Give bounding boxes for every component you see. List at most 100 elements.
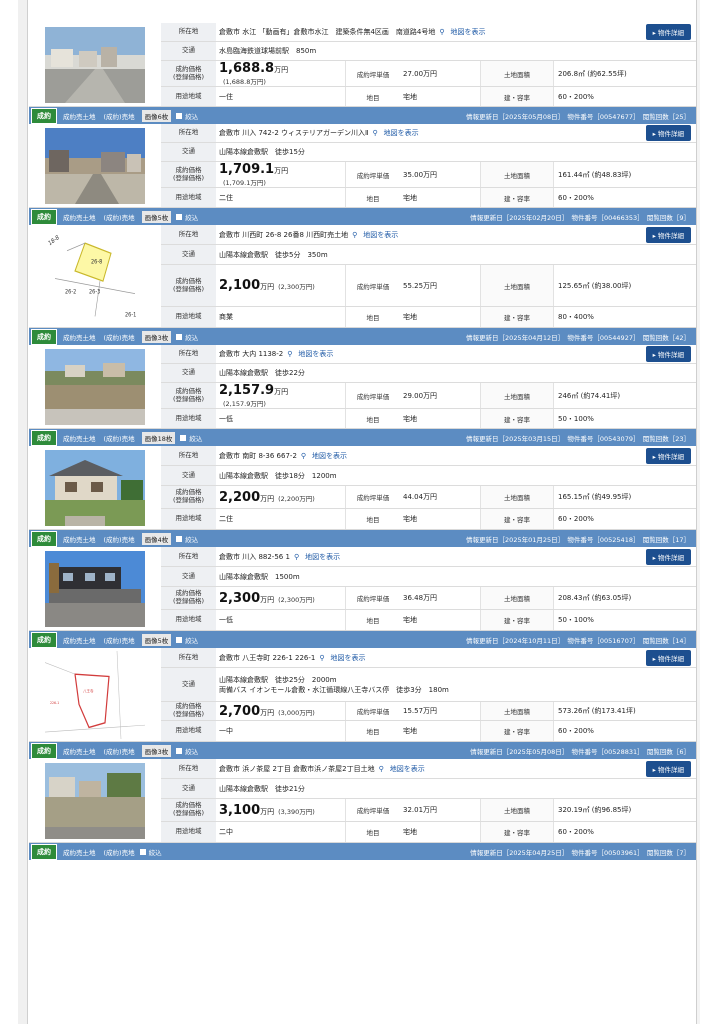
map-link[interactable]: 地図を表示 bbox=[331, 653, 366, 663]
detail-button[interactable]: ▸ 物件詳細 bbox=[645, 649, 691, 666]
narrow-checkbox[interactable] bbox=[176, 747, 183, 754]
detail-button[interactable]: ▸ 物件詳細 bbox=[645, 226, 691, 243]
land-area-label: 土地面積 bbox=[480, 799, 554, 821]
price-value: 3,100万円 (3,390万円) bbox=[216, 799, 345, 821]
traffic-label: 交通 bbox=[161, 779, 216, 798]
land-area-label: 土地面積 bbox=[480, 265, 554, 306]
listing-meta: 情報更新日［2025年04月25日］ 物件番号［00503961］ 閲覧回数［7… bbox=[470, 848, 690, 857]
narrow-label: 絞込 bbox=[185, 333, 199, 342]
price-line: 1,688.8万円 bbox=[219, 61, 288, 76]
map-link[interactable]: 地図を表示 bbox=[451, 27, 486, 37]
address-value: 倉敷市 水江 「動画有」倉敷市水江 建築条件無4区画 南道路4号地 ⚲ 地図を表示 ▸… bbox=[216, 23, 696, 41]
narrow-checkbox[interactable] bbox=[176, 333, 183, 340]
zoning-row: 用途地域 一住 地目 宅地 建・容率 60・200% bbox=[161, 87, 696, 106]
narrow-label: 絞込 bbox=[148, 848, 162, 857]
ratio-value: 60・200% bbox=[558, 727, 594, 735]
chimoku-value: 宅地 bbox=[403, 193, 417, 202]
category-label: 成約売土地 bbox=[63, 535, 96, 544]
property-photo[interactable]: 26-8 26-2 26-3 26-1 18-8 bbox=[29, 225, 161, 327]
image-count-button[interactable]: 画像4枚 bbox=[141, 532, 172, 545]
property-photo[interactable] bbox=[29, 547, 161, 630]
ratio-value: 60・200% bbox=[558, 515, 594, 523]
property-photo[interactable] bbox=[29, 446, 161, 529]
status-bar: 成約 成約売土地 (成約)売地 絞込 情報更新日［2025年04月25日］ 物件番号［0… bbox=[29, 843, 696, 860]
price-label: 成約価格 (登録価格) bbox=[161, 61, 216, 87]
tsubo-price-label: 成約坪単価 bbox=[345, 265, 400, 306]
detail-button[interactable]: ▸ 物件詳細 bbox=[645, 346, 691, 362]
chimoku-value: 宅地 bbox=[403, 727, 417, 735]
property-photo-image bbox=[45, 26, 145, 103]
image-count-button[interactable]: 画像5枚 bbox=[141, 210, 172, 223]
chimoku-value: 宅地 bbox=[403, 828, 417, 836]
listing-card: 八王寺 226-1 所在地 倉敷市 八王寺町 226-1 226-1 ⚲ 地図を表示 ▸ 物… bbox=[29, 648, 696, 742]
detail-button[interactable]: ▸ 物件詳細 bbox=[645, 760, 691, 777]
property-photo[interactable] bbox=[29, 345, 161, 428]
address-text: 倉敷市 川入 742-2 ウィステリアガーデン川入Ⅱ bbox=[219, 129, 369, 137]
price-value: 2,300万円 (2,300万円) bbox=[216, 587, 345, 609]
map-link[interactable]: 地図を表示 bbox=[384, 128, 419, 138]
property-photo[interactable]: 八王寺 226-1 bbox=[29, 648, 161, 741]
category-label: 成約売土地 bbox=[63, 747, 96, 756]
registered-price: (2,300万円) bbox=[278, 595, 315, 604]
zoning-label: 用途地域 bbox=[161, 822, 216, 842]
detail-button[interactable]: ▸ 物件詳細 bbox=[645, 125, 691, 141]
address-label: 所在地 bbox=[161, 547, 216, 566]
zoning-label: 用途地域 bbox=[161, 409, 216, 428]
map-link[interactable]: 地図を表示 bbox=[363, 230, 398, 240]
ratio-label: 建・容率 bbox=[480, 822, 554, 842]
zoning-row: 用途地域 一中 地目 宅地 建・容率 60・200% bbox=[161, 721, 696, 741]
narrow-checkbox[interactable] bbox=[176, 636, 183, 643]
narrow-checkbox[interactable] bbox=[176, 112, 183, 119]
narrow-checkbox[interactable] bbox=[180, 434, 187, 441]
price-row: 成約価格 (登録価格) 3,100万円 (3,390万円) 成約坪単価 32.01万円 土… bbox=[161, 799, 696, 822]
image-count-button[interactable]: 画像3枚 bbox=[141, 744, 172, 757]
image-count-button[interactable]: 画像18枚 bbox=[141, 431, 176, 444]
map-link[interactable]: 地図を表示 bbox=[312, 451, 347, 461]
price-value: 1,709.1万円 (1,709.1万円) bbox=[216, 162, 345, 187]
land-area-label: 土地面積 bbox=[480, 702, 554, 720]
detail-button[interactable]: ▸ 物件詳細 bbox=[645, 548, 691, 565]
price-unit: 万円 bbox=[260, 708, 275, 717]
price-label: 成約価格 (登録価格) bbox=[161, 799, 216, 821]
address-value: 倉敷市 川入 742-2 ウィステリアガーデン川入Ⅱ ⚲ 地図を表示 ▸ 物件詳細 bbox=[216, 124, 696, 142]
zoning-row: 用途地域 二中 地目 宅地 建・容率 60・200% bbox=[161, 822, 696, 842]
tsubo-price-value: 27.00万円 bbox=[403, 69, 438, 78]
ratio-value: 60・200% bbox=[558, 92, 594, 101]
property-photo-image bbox=[45, 449, 145, 526]
property-photo[interactable] bbox=[29, 759, 161, 842]
narrow-checkbox[interactable] bbox=[176, 213, 183, 220]
narrow-label: 絞込 bbox=[189, 434, 203, 443]
zoning-label: 用途地域 bbox=[161, 87, 216, 106]
chimoku-value: 宅地 bbox=[403, 515, 417, 523]
detail-button[interactable]: ▸ 物件詳細 bbox=[645, 24, 691, 40]
image-count-button[interactable]: 画像5枚 bbox=[141, 633, 172, 646]
map-pin-icon: ⚲ bbox=[378, 764, 384, 773]
contract-price: 2,157.9 bbox=[219, 383, 275, 399]
land-area-value: 320.19㎡ (約96.85坪) bbox=[558, 806, 632, 814]
image-count-button[interactable]: 画像3枚 bbox=[141, 330, 172, 343]
map-link[interactable]: 地図を表示 bbox=[298, 349, 333, 359]
narrow-checkbox[interactable] bbox=[139, 848, 146, 855]
land-area-label: 土地面積 bbox=[480, 486, 554, 508]
detail-button[interactable]: ▸ 物件詳細 bbox=[645, 447, 691, 464]
address-value: 倉敷市 浜ノ茶屋 2丁目 倉敷市浜ノ茶屋2丁目土地 ⚲ 地図を表示 ▸ 物件詳細 bbox=[216, 759, 696, 778]
image-count-button[interactable]: 画像6枚 bbox=[141, 109, 172, 122]
tsubo-price-value: 35.00万円 bbox=[403, 170, 438, 179]
tsubo-price-value: 29.00万円 bbox=[403, 391, 438, 400]
chimoku-label: 地目 bbox=[345, 87, 400, 106]
property-photo[interactable] bbox=[29, 23, 161, 106]
price-line: 2,100万円 (2,300万円) bbox=[219, 278, 315, 293]
listing-table: 所在地 倉敷市 八王寺町 226-1 226-1 ⚲ 地図を表示 ▸ 物件詳細 交通 山陽本… bbox=[161, 648, 696, 741]
price-value: 2,157.9万円 (2,157.9万円) bbox=[216, 383, 345, 408]
traffic-row: 交通 山陽本線倉敷駅 1500m bbox=[161, 567, 696, 587]
map-link[interactable]: 地図を表示 bbox=[305, 552, 340, 562]
address-text: 倉敷市 八王寺町 226-1 226-1 bbox=[219, 653, 316, 662]
listing-table: 所在地 倉敷市 川西町 26-8 26番8 川西町売土地 ⚲ 地図を表示 ▸ 物件詳細交… bbox=[161, 225, 696, 327]
chimoku-label: 地目 bbox=[345, 409, 400, 428]
address-label: 所在地 bbox=[161, 124, 216, 143]
property-photo[interactable] bbox=[29, 124, 161, 207]
tsubo-price-label: 成約坪単価 bbox=[345, 799, 400, 821]
map-link[interactable]: 地図を表示 bbox=[390, 764, 425, 774]
address-value: 倉敷市 八王寺町 226-1 226-1 ⚲ 地図を表示 ▸ 物件詳細 bbox=[216, 648, 696, 667]
narrow-checkbox[interactable] bbox=[176, 535, 183, 542]
